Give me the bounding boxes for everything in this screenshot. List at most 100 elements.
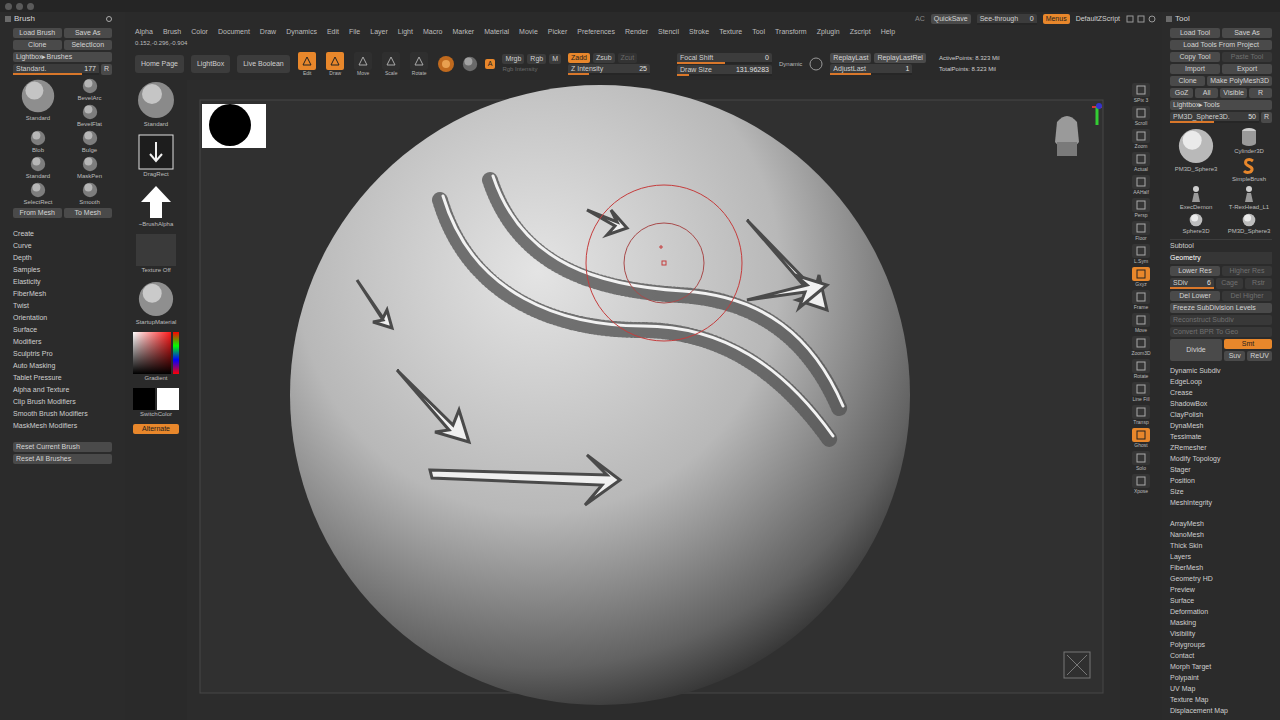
subpalette-item[interactable]: Samples (13, 264, 112, 276)
divide-button[interactable]: Divide (1170, 339, 1222, 361)
menu-item[interactable]: Picker (548, 27, 567, 38)
adjust-last-slider[interactable]: AdjustLast1 (830, 64, 912, 75)
geometry-button[interactable]: Del Higher (1222, 291, 1272, 301)
tool-button[interactable]: Draw (325, 52, 346, 77)
subpalette-item[interactable]: Preview (1170, 584, 1272, 595)
view-button[interactable]: Move (1126, 313, 1156, 334)
view-button[interactable]: Ghost (1126, 428, 1156, 449)
brush-item[interactable]: BevelFlat (67, 104, 112, 128)
subpalette-item[interactable]: Geometry HD (1170, 573, 1272, 584)
z-mode-button[interactable]: Zadd (568, 53, 590, 63)
subpalette-item[interactable]: FiberMesh (13, 288, 112, 300)
lightbox-button[interactable]: Lightbox▸Brushes (13, 52, 112, 62)
geometry-button[interactable]: Cage (1216, 278, 1243, 289)
subpalette-item[interactable]: Depth (13, 252, 112, 264)
tool-item[interactable]: PM3D_Sphere3 (1170, 127, 1222, 183)
subpalette-item[interactable]: ZRemesher (1170, 442, 1272, 453)
view-button[interactable]: Zoom (1126, 129, 1156, 150)
shelf-item[interactable]: Gradient (133, 332, 179, 382)
view-button[interactable]: Persp (1126, 198, 1156, 219)
mesh-button[interactable]: From Mesh (13, 208, 62, 218)
subpalette-item[interactable]: Sculptris Pro (13, 348, 112, 360)
reset-button[interactable]: Reset All Brushes (13, 454, 112, 464)
minimize-button[interactable] (16, 3, 23, 10)
tool-item[interactable]: T-RexHead_L1 (1226, 185, 1272, 211)
subpalette-item[interactable]: Position (1170, 475, 1272, 486)
brush-item[interactable]: BevelArc (67, 78, 112, 102)
subpalette-item[interactable]: DynaMesh (1170, 420, 1272, 431)
view-button[interactable]: AAHalf (1126, 175, 1156, 196)
menu-item[interactable]: Texture (719, 27, 742, 38)
subpalette-item[interactable]: Auto Masking (13, 360, 112, 372)
replay-button[interactable]: ReplayLast (830, 53, 871, 63)
menu-item[interactable]: Stroke (689, 27, 709, 38)
menu-item[interactable]: Alpha (135, 27, 153, 38)
view-button[interactable]: Zoom3D (1126, 336, 1156, 357)
view-button[interactable]: Actual (1126, 152, 1156, 173)
palette-button[interactable]: SelectIcon (64, 40, 113, 50)
geometry-button[interactable]: Lower Res (1170, 266, 1220, 276)
z-mode-button[interactable]: Zsub (593, 53, 615, 63)
brush-item[interactable]: SelectRect (13, 182, 63, 206)
palette-button[interactable]: Save As (1222, 28, 1272, 38)
subpalette-item[interactable]: Dynamic Subdiv (1170, 365, 1272, 376)
subpalette-item[interactable]: MaskMesh Modifiers (13, 420, 112, 432)
brush-item[interactable]: Standard (13, 156, 63, 180)
z-mode-button[interactable]: Zcut (618, 53, 638, 63)
subpalette-item[interactable]: ArrayMesh (1170, 518, 1272, 529)
brush-item[interactable]: Standard (13, 78, 63, 128)
menu-item[interactable]: Zplugin (817, 27, 840, 38)
subpalette-item[interactable]: Displacement Map (1170, 705, 1272, 716)
tool-slider[interactable]: PM3D_Sphere3D.50 (1170, 112, 1259, 123)
subpalette-item[interactable]: MeshIntegrity (1170, 497, 1272, 508)
color-mode-button[interactable]: Mrgb (502, 54, 524, 64)
view-button[interactable]: Transp (1126, 405, 1156, 426)
divide-toggle[interactable]: ReUV (1247, 351, 1272, 361)
subpalette-item[interactable]: Visibility (1170, 628, 1272, 639)
palette-button[interactable]: Load Tool (1170, 28, 1220, 38)
nav-button[interactable]: LightBox (191, 55, 230, 73)
menu-item[interactable]: Tool (752, 27, 765, 38)
color-mode-button[interactable]: Rgb (527, 54, 546, 64)
alternate-toggle[interactable]: Alternate (133, 424, 179, 434)
view-button[interactable]: Rotate (1126, 359, 1156, 380)
view-button[interactable]: Xpose (1126, 474, 1156, 495)
divide-toggle[interactable]: Suv (1224, 351, 1245, 361)
a-toggle[interactable]: A (485, 59, 496, 69)
menu-item[interactable]: Zscript (850, 27, 871, 38)
tool-item[interactable]: SimpleBrush (1226, 157, 1272, 183)
shelf-item[interactable]: ~BrushAlpha (138, 184, 174, 228)
menu-item[interactable]: Layer (370, 27, 388, 38)
tool-item[interactable]: Cylinder3D (1226, 127, 1272, 155)
menu-item[interactable]: Brush (163, 27, 181, 38)
tool-item[interactable]: PM3D_Sphere3 (1226, 213, 1272, 235)
subpalette-item[interactable]: Tablet Pressure (13, 372, 112, 384)
palette-button[interactable]: Save As (64, 28, 113, 38)
palette-button[interactable]: Paste Tool (1222, 52, 1272, 62)
subpalette-item[interactable]: Size (1170, 486, 1272, 497)
tool-item[interactable]: ExecDemon (1170, 185, 1222, 211)
view-button[interactable]: SPix 3 (1126, 83, 1156, 104)
subpalette-item[interactable]: Crease (1170, 387, 1272, 398)
geometry-button[interactable]: Higher Res (1222, 266, 1272, 276)
brush-item[interactable]: Bulge (67, 130, 112, 154)
shelf-item[interactable]: SwitchColor (133, 388, 179, 418)
see-through-slider[interactable]: See-through0 (977, 14, 1037, 25)
tool-button[interactable]: Edit (297, 52, 318, 77)
subpalette-item[interactable]: Texture Map (1170, 694, 1272, 705)
close-button[interactable] (5, 3, 12, 10)
subpalette-item[interactable]: Create (13, 228, 112, 240)
tool-button[interactable]: Rotate (409, 52, 430, 77)
nav-button[interactable]: Live Boolean (237, 55, 289, 73)
view-button[interactable]: Solo (1126, 451, 1156, 472)
palette-button[interactable]: Import (1170, 64, 1220, 74)
subpalette-item[interactable]: Alpha and Texture (13, 384, 112, 396)
draw-size-slider[interactable]: Draw Size131.96283 (677, 65, 772, 76)
palette-button[interactable]: All (1195, 88, 1218, 98)
canvas[interactable] (187, 80, 1120, 720)
restore-button[interactable]: R (1261, 112, 1272, 123)
brush-item[interactable]: Blob (13, 130, 63, 154)
subpalette-item[interactable]: Polypaint (1170, 672, 1272, 683)
view-button[interactable]: Gxyz (1126, 267, 1156, 288)
quicksave-button[interactable]: QuickSave (931, 14, 971, 24)
